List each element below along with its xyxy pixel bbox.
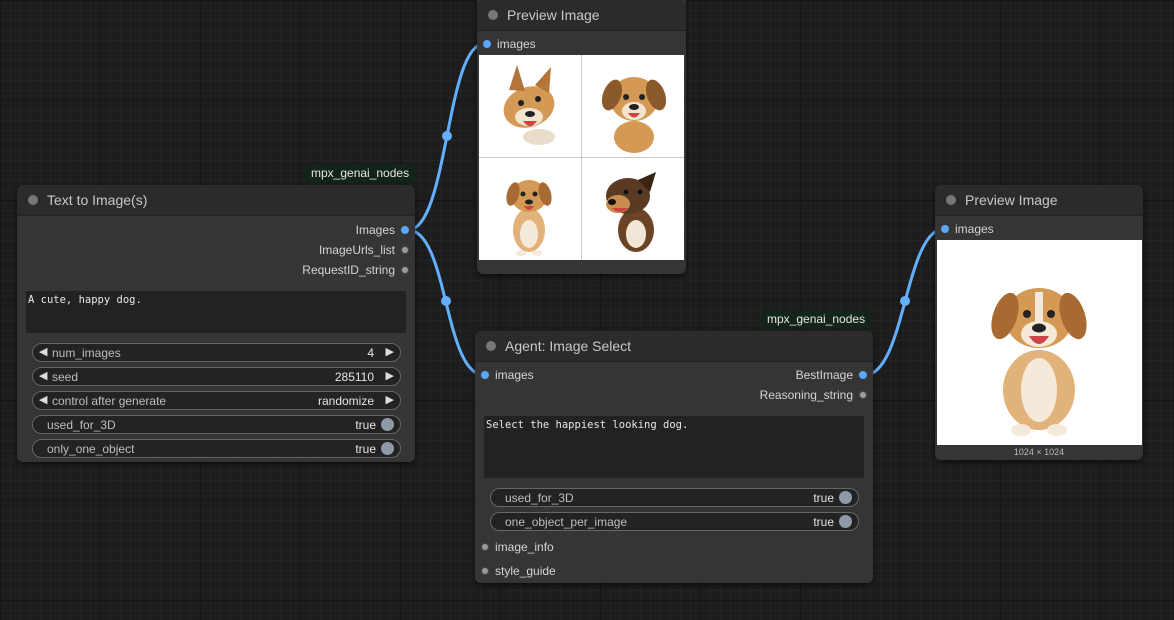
control-after-generate-widget[interactable]: ◀ control after generate randomize ▶ [32,391,401,410]
slot-connector-icon[interactable] [481,567,489,575]
decrement-icon[interactable]: ◀ [39,369,47,382]
collapse-dot-icon[interactable] [946,195,956,205]
widget-value: true [813,515,834,529]
preview-image-grid [479,55,684,260]
slot-connector-icon[interactable] [401,266,409,274]
dog-image [503,65,555,145]
slot-label: Images [355,223,395,237]
num-images-widget[interactable]: ◀ num_images 4 ▶ [32,343,401,362]
seed-widget[interactable]: ◀ seed 285110 ▶ [32,367,401,386]
image-dimensions: 1024 × 1024 [1013,447,1065,457]
dog-image [991,288,1087,436]
widget-value: 4 [367,346,374,360]
link-midpoint [441,296,451,306]
slot-label: ImageUrls_list [318,243,395,257]
agent-image-select-node[interactable]: Agent: Image Select images BestImage Rea… [475,331,873,583]
collapse-dot-icon[interactable] [28,195,38,205]
prompt-textarea[interactable]: Select the happiest looking dog. [484,416,864,478]
node-title-bar[interactable]: Preview Image [935,185,1143,216]
dog-image [506,180,552,256]
widget-label: seed [52,370,79,384]
prompt-textarea[interactable]: A cute, happy dog. [26,291,406,333]
toggle-knob-icon[interactable] [839,491,852,504]
node-badge: mpx_genai_nodes [305,164,416,183]
widget-value: true [355,442,376,456]
slot-label: BestImage [795,368,853,382]
slot-label: style_guide [495,564,556,578]
slot-connector-icon[interactable] [941,225,949,233]
slot-connector-icon[interactable] [859,371,867,379]
widget-label: control after generate [52,394,167,408]
widget-label: used_for_3D [47,418,116,432]
widget-label: used_for_3D [505,491,574,505]
link-midpoint [442,131,452,141]
node-title-bar[interactable]: Agent: Image Select [475,331,873,362]
slot-connector-icon[interactable] [401,226,409,234]
increment-icon[interactable]: ▶ [386,369,394,382]
slot-connector-icon[interactable] [481,371,489,379]
preview-thumbnail[interactable] [582,55,684,157]
link-midpoint [900,296,910,306]
slot-label: images [497,37,536,51]
slot-label: images [955,222,994,236]
node-title: Preview Image [507,7,600,23]
collapse-dot-icon[interactable] [486,341,496,351]
one-object-per-image-toggle[interactable]: one_object_per_image true [490,512,859,531]
widget-label: only_one_object [47,442,135,456]
next-option-icon[interactable]: ▶ [386,393,394,406]
link-bestimage-to-preview-right [864,227,945,377]
widget-value: true [355,418,376,432]
preview-image-node-top[interactable]: Preview Image images [477,0,686,274]
node-badge: mpx_genai_nodes [761,310,872,329]
node-title-bar[interactable]: Preview Image [477,0,686,31]
toggle-knob-icon[interactable] [839,515,852,528]
widget-value: 285110 [334,370,374,384]
node-title: Agent: Image Select [505,338,632,354]
slot-connector-icon[interactable] [401,246,409,254]
widget-label: one_object_per_image [505,515,628,529]
preview-image-node-right[interactable]: Preview Image images 1024 × 1024 [935,185,1143,460]
text-to-image-node[interactable]: Text to Image(s) Images ImageUrls_list R… [17,185,415,462]
toggle-knob-icon[interactable] [381,442,394,455]
grid-divider [581,55,582,260]
used-for-3d-toggle[interactable]: used_for_3D true [490,488,859,507]
node-title: Text to Image(s) [47,192,148,208]
preview-thumbnail[interactable] [479,55,581,157]
slot-connector-icon[interactable] [483,40,491,48]
slot-label: Reasoning_string [759,388,853,402]
used-for-3d-toggle[interactable]: used_for_3D true [32,415,401,434]
widget-value: true [813,491,834,505]
only-one-object-toggle[interactable]: only_one_object true [32,439,401,458]
increment-icon[interactable]: ▶ [386,345,394,358]
previous-option-icon[interactable]: ◀ [39,393,47,406]
node-title-bar[interactable]: Text to Image(s) [17,185,415,216]
link-images-to-preview-top [407,42,485,232]
collapse-dot-icon[interactable] [488,10,498,20]
link-images-to-agent [407,228,485,377]
widget-value: randomize [317,394,374,408]
preview-thumbnail[interactable] [582,158,684,260]
toggle-knob-icon[interactable] [381,418,394,431]
preview-image[interactable] [937,240,1142,445]
slot-connector-icon[interactable] [859,391,867,399]
widget-label: num_images [52,346,121,360]
preview-thumbnail[interactable] [479,158,581,260]
decrement-icon[interactable]: ◀ [39,345,47,358]
dog-image [606,172,656,252]
slot-label: RequestID_string [302,263,395,277]
node-title: Preview Image [965,192,1058,208]
slot-connector-icon[interactable] [481,543,489,551]
dog-image [601,77,667,153]
slot-label: images [495,368,534,382]
slot-label: image_info [495,540,554,554]
